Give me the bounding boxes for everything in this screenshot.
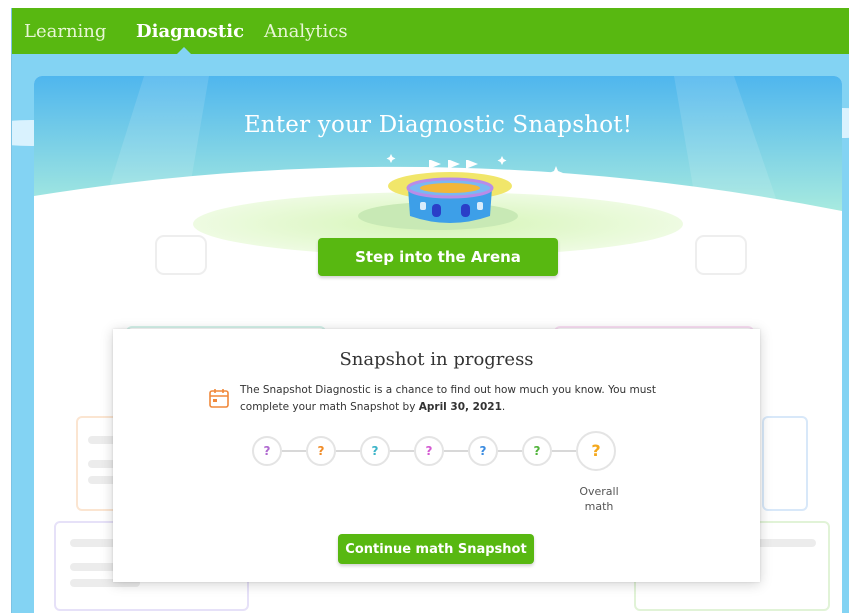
step-1[interactable]: ? xyxy=(252,436,282,466)
step-4[interactable]: ? xyxy=(414,436,444,466)
step-connector xyxy=(282,450,306,452)
step-connector xyxy=(336,450,360,452)
tab-learning[interactable]: Learning xyxy=(24,21,116,43)
step-connector xyxy=(552,450,576,452)
step-connector xyxy=(390,450,414,452)
step-connector xyxy=(444,450,468,452)
tab-analytics[interactable]: Analytics xyxy=(264,21,354,43)
step-3[interactable]: ? xyxy=(360,436,390,466)
snapshot-steps: ? ? ? ? ? ? ? xyxy=(113,329,760,529)
active-tab-indicator xyxy=(177,47,191,54)
top-nav: Learning Diagnostic Analytics xyxy=(12,8,849,54)
step-connector xyxy=(498,450,522,452)
background-card xyxy=(762,416,808,511)
step-into-arena-button[interactable]: Step into the Arena xyxy=(318,238,558,276)
step-5[interactable]: ? xyxy=(468,436,498,466)
overall-math-label: Overall math xyxy=(579,485,619,513)
hero-title: Enter your Diagnostic Snapshot! xyxy=(243,112,633,138)
step-6[interactable]: ? xyxy=(522,436,552,466)
snapshot-progress-card: Snapshot in progress The Snapshot Diagno… xyxy=(113,329,760,582)
step-2[interactable]: ? xyxy=(306,436,336,466)
tab-diagnostic[interactable]: Diagnostic xyxy=(136,21,244,43)
step-overall-math[interactable]: ? xyxy=(576,431,616,471)
continue-snapshot-button[interactable]: Continue math Snapshot xyxy=(338,534,534,564)
